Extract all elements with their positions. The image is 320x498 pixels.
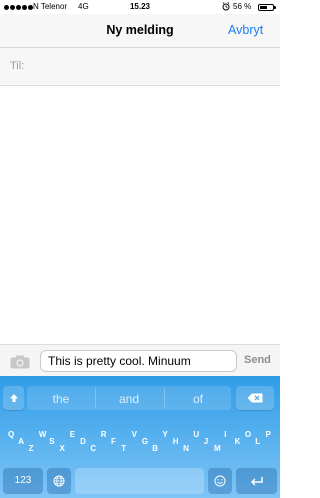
battery-icon [258, 4, 276, 11]
key-l[interactable]: L [255, 437, 260, 446]
status-bar: N Telenor 4G 15.23 56 % [0, 0, 280, 14]
message-thread-area [0, 86, 280, 344]
key-b[interactable]: B [152, 444, 158, 453]
key-x[interactable]: X [60, 444, 65, 453]
suggestion-item[interactable]: of [168, 392, 228, 406]
return-icon [236, 468, 277, 494]
recipient-label: Til: [10, 60, 25, 72]
message-input[interactable]: This is pretty cool. Minuum [40, 350, 237, 372]
emoji-icon [208, 468, 232, 494]
key-w[interactable]: W [39, 430, 47, 439]
key-y[interactable]: Y [163, 430, 168, 439]
key-h[interactable]: H [173, 437, 179, 446]
return-key[interactable] [236, 468, 277, 494]
send-button[interactable]: Send [244, 354, 271, 366]
key-q[interactable]: Q [8, 430, 14, 439]
key-j[interactable]: J [204, 437, 208, 446]
globe-icon [47, 468, 71, 494]
key-a[interactable]: A [18, 437, 24, 446]
suggestion-divider [95, 388, 96, 408]
navigation-bar: Ny melding Avbryt [0, 14, 280, 48]
alarm-clock-icon [222, 2, 230, 13]
keyboard-bottom-row: 123 [0, 464, 280, 498]
key-c[interactable]: C [90, 444, 96, 453]
key-r[interactable]: R [101, 430, 107, 439]
key-u[interactable]: U [193, 430, 199, 439]
key-o[interactable]: O [245, 430, 251, 439]
numbers-key-label: 123 [14, 475, 32, 486]
keyboard: the and of QAZWSXEDCRFTVGBYHNUJMIKOLP 12… [0, 376, 280, 498]
recipient-row: Til: [0, 48, 280, 86]
space-key[interactable] [75, 468, 204, 494]
key-g[interactable]: G [142, 437, 148, 446]
key-n[interactable]: N [183, 444, 189, 453]
letter-strip[interactable]: QAZWSXEDCRFTVGBYHNUJMIKOLP [0, 424, 280, 462]
recipient-input[interactable] [36, 54, 276, 82]
camera-icon[interactable] [10, 355, 30, 369]
key-s[interactable]: S [49, 437, 54, 446]
key-p[interactable]: P [266, 430, 271, 439]
key-t[interactable]: T [121, 444, 126, 453]
globe-key[interactable] [47, 468, 71, 494]
message-text: This is pretty cool. Minuum [48, 354, 191, 368]
key-v[interactable]: V [132, 430, 137, 439]
key-d[interactable]: D [80, 437, 86, 446]
key-m[interactable]: M [214, 444, 221, 453]
shift-icon [3, 386, 24, 410]
key-f[interactable]: F [111, 437, 116, 446]
key-k[interactable]: K [235, 437, 241, 446]
shift-key[interactable] [3, 386, 24, 410]
suggestion-divider [164, 388, 165, 408]
backspace-icon [236, 386, 274, 410]
suggestion-row: the and of [0, 376, 280, 418]
cancel-button[interactable]: Avbryt [228, 23, 263, 37]
key-z[interactable]: Z [29, 444, 34, 453]
compose-bar: This is pretty cool. Minuum Send [0, 344, 280, 376]
numbers-key[interactable]: 123 [3, 468, 43, 494]
suggestion-item[interactable]: the [31, 392, 91, 406]
key-i[interactable]: I [224, 430, 226, 439]
emoji-key[interactable] [208, 468, 232, 494]
delete-key[interactable] [236, 386, 274, 410]
key-e[interactable]: E [70, 430, 75, 439]
battery-percentage: 56 % [233, 2, 252, 11]
suggestion-item[interactable]: and [99, 392, 159, 406]
